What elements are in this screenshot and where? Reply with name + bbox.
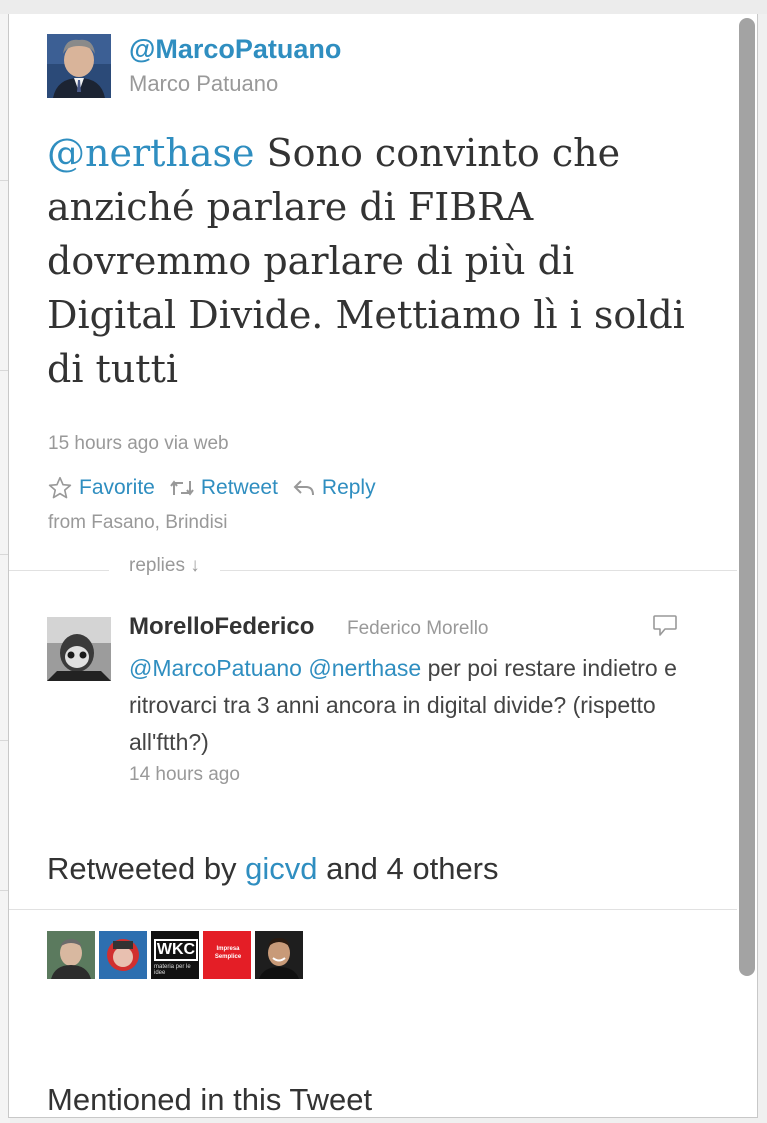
- scrollbar-thumb[interactable]: [739, 18, 755, 976]
- tweet-mention-link[interactable]: @nerthase: [47, 131, 255, 175]
- favorite-button[interactable]: Favorite: [47, 475, 155, 501]
- retweeter-avatar-wkc[interactable]: WKC materia per le idee: [151, 931, 199, 979]
- replies-label[interactable]: replies ↓: [109, 555, 220, 577]
- top-strip: [0, 0, 767, 14]
- wkc-logo-text: WKC: [154, 939, 198, 961]
- star-icon: [48, 476, 72, 499]
- author-handle-link[interactable]: @MarcoPatuano: [129, 34, 341, 65]
- retweeted-by-suffix[interactable]: and 4 others: [318, 851, 498, 886]
- impresa-logo-text: Impresa Semplice: [214, 946, 242, 960]
- retweeter-avatars: WKC materia per le idee Impresa Semplice: [47, 931, 307, 979]
- speech-bubble-icon[interactable]: [651, 612, 679, 645]
- retweeter-avatar[interactable]: [47, 931, 95, 979]
- reply-username[interactable]: MorelloFederico: [129, 613, 314, 641]
- reply-label: Reply: [321, 476, 376, 499]
- reply-mention-nerthase[interactable]: @nerthase: [308, 655, 421, 681]
- tweet-text: @nerthase Sono convinto che anziché parl…: [47, 126, 687, 396]
- tweet-location[interactable]: from Fasano, Brindisi: [48, 512, 228, 534]
- mentioned-section-title: Mentioned in this Tweet: [47, 1082, 373, 1117]
- tweet-actions: Favorite Retweet Reply: [47, 473, 390, 503]
- reply-text: @MarcoPatuano @nerthase per poi restare …: [129, 650, 689, 761]
- retweeters-divider: [9, 909, 737, 910]
- retweeter-avatar[interactable]: [99, 931, 147, 979]
- author-full-name: Marco Patuano: [129, 71, 279, 96]
- tweet-timestamp[interactable]: 15 hours ago via web: [48, 433, 229, 455]
- retweet-label: Retweet: [200, 476, 278, 499]
- author-avatar[interactable]: [47, 34, 111, 98]
- retweeted-by-line: Retweeted by gicvd and 4 others: [47, 851, 499, 887]
- retweet-button[interactable]: Retweet: [169, 476, 278, 500]
- wkc-logo-tagline: materia per le idee: [154, 964, 191, 976]
- reply-button[interactable]: Reply: [292, 476, 376, 500]
- scrollbar-track[interactable]: [737, 14, 757, 1117]
- reply-avatar[interactable]: [47, 617, 111, 681]
- retweeter-link[interactable]: gicvd: [245, 851, 317, 886]
- reply-full-name: Federico Morello: [347, 618, 489, 639]
- tweet-details-panel: @MarcoPatuano Marco Patuano @nerthase So…: [8, 14, 758, 1118]
- retweeter-avatar[interactable]: [255, 931, 303, 979]
- favorite-label: Favorite: [79, 476, 155, 499]
- reply-mention-marcopatuano[interactable]: @MarcoPatuano: [129, 655, 302, 681]
- retweet-icon: [170, 480, 194, 496]
- reply-timestamp[interactable]: 14 hours ago: [129, 764, 240, 786]
- retweeter-avatar-impresa[interactable]: Impresa Semplice: [203, 931, 251, 979]
- reply-arrow-icon: [293, 480, 314, 496]
- retweeted-by-prefix: Retweeted by: [47, 851, 246, 886]
